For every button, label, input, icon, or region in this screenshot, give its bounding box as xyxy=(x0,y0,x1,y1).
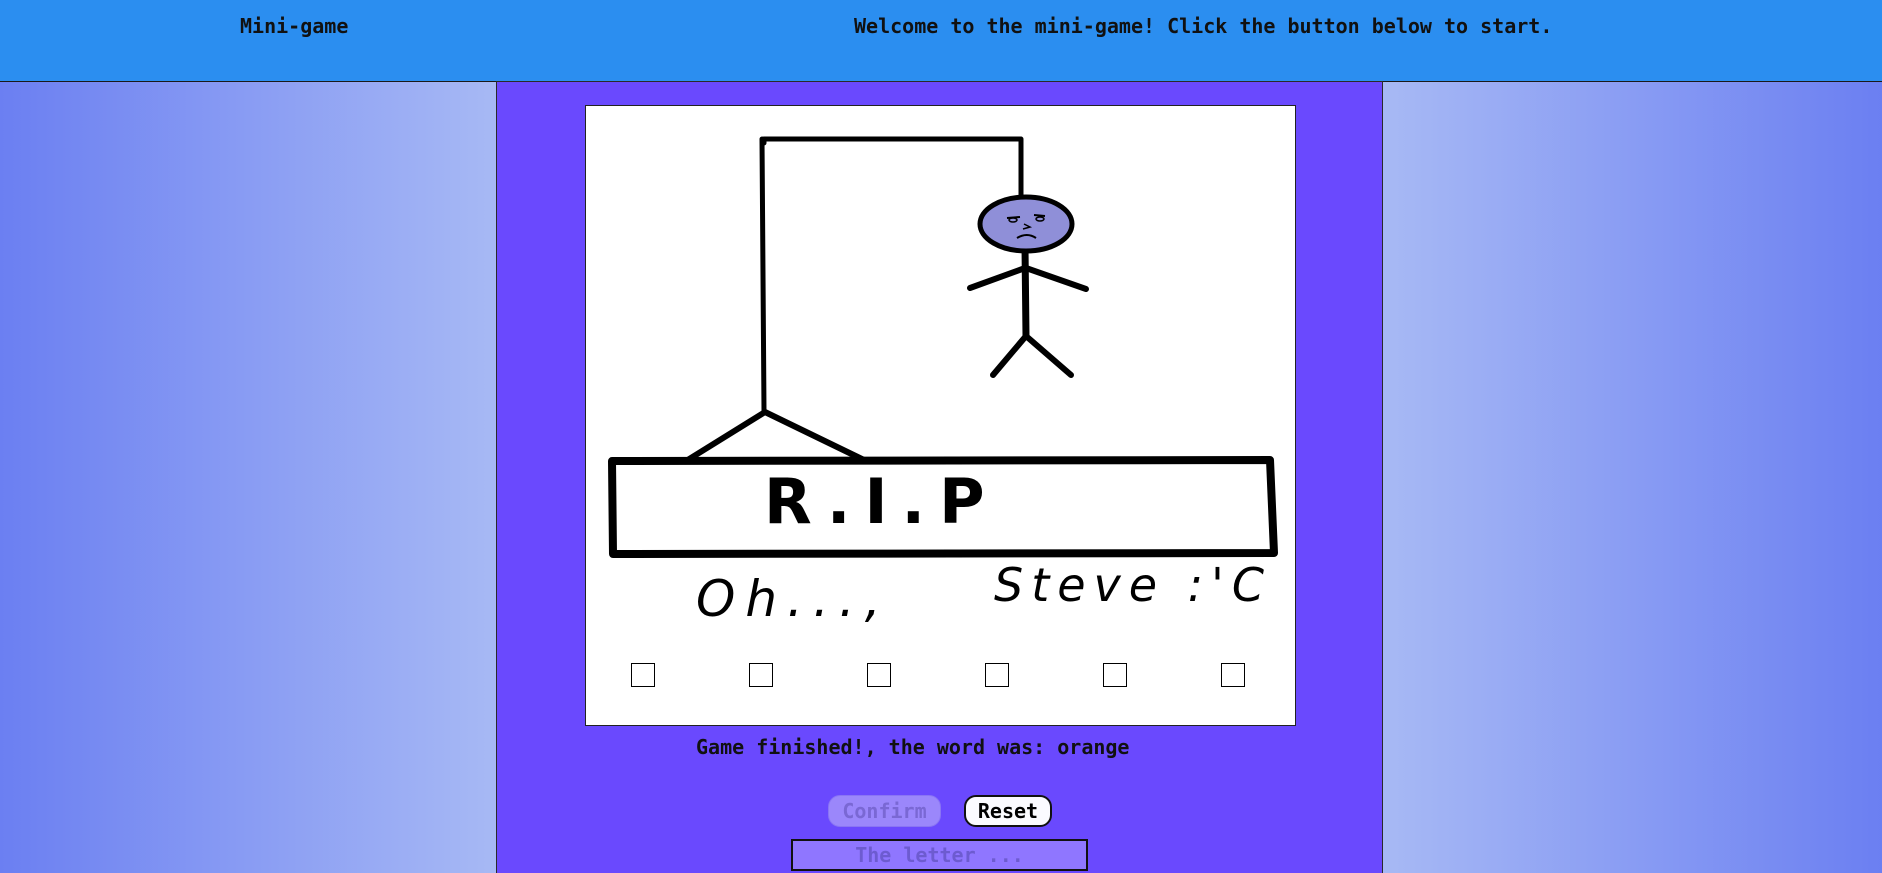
rip-text: R.I.P xyxy=(764,465,999,538)
gallows-post xyxy=(759,136,767,414)
letter-slot xyxy=(1103,663,1127,687)
hanged-body xyxy=(1021,243,1030,340)
game-status-message: Game finished!, the word was: orange xyxy=(696,735,1130,759)
brand-title: Mini-game xyxy=(240,14,349,38)
letter-input[interactable] xyxy=(791,839,1088,871)
gallows-pole xyxy=(761,136,1024,199)
letter-slot xyxy=(1221,663,1245,687)
hanged-right-leg xyxy=(1023,333,1074,378)
gallows-support xyxy=(683,409,869,464)
hanged-left-leg xyxy=(990,333,1029,378)
letter-slot xyxy=(867,663,891,687)
reset-button[interactable]: Reset xyxy=(964,795,1052,827)
letter-slot xyxy=(749,663,773,687)
top-header: Mini-game Welcome to the mini-game! Clic… xyxy=(0,0,1882,82)
letter-slot xyxy=(985,663,1009,687)
hangman-board: R.I.P Oh..., Steve :'C xyxy=(585,105,1296,726)
welcome-message: Welcome to the mini-game! Click the butt… xyxy=(854,14,1553,38)
hanged-head xyxy=(977,194,1075,254)
confirm-button[interactable]: Confirm xyxy=(828,795,941,827)
letter-slot xyxy=(631,663,655,687)
hanged-right-arm xyxy=(1023,265,1089,292)
letter-slots xyxy=(631,663,1261,689)
steve-text: Steve :'C xyxy=(994,558,1272,612)
hanged-left-arm xyxy=(967,265,1028,291)
hangman-drawing: R.I.P Oh..., Steve :'C xyxy=(608,136,1278,628)
oh-text: Oh..., xyxy=(696,570,891,628)
